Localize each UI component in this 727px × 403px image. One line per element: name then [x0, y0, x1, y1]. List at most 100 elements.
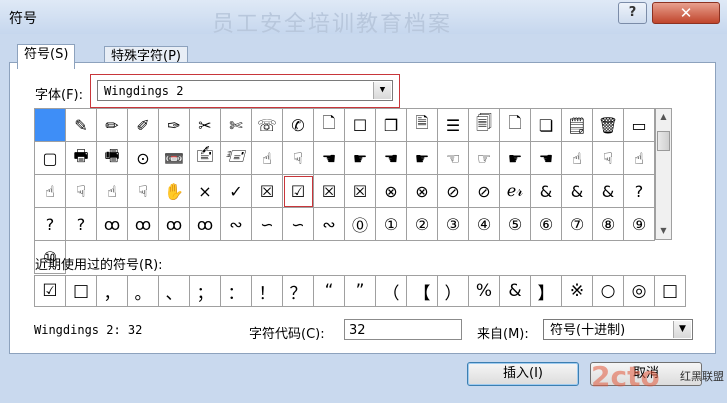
- symbol-cell[interactable]: ⊙: [128, 142, 159, 175]
- recent-symbol-cell[interactable]: “: [314, 276, 345, 307]
- charcode-input[interactable]: 32: [344, 319, 462, 340]
- insert-button[interactable]: 插入(I): [467, 362, 579, 386]
- symbol-cell[interactable]: ☚: [531, 142, 562, 175]
- recent-symbol-cell[interactable]: ”: [345, 276, 376, 307]
- symbol-cell[interactable]: ☛: [345, 142, 376, 175]
- recent-symbol-cell[interactable]: （: [376, 276, 407, 307]
- recent-symbol-cell[interactable]: ？: [283, 276, 314, 307]
- symbol-cell[interactable]: 🖆: [190, 142, 221, 175]
- symbol-cell[interactable]: &: [593, 175, 624, 208]
- symbol-cell[interactable]: ✐: [128, 109, 159, 142]
- recent-symbol-cell[interactable]: 、: [159, 276, 190, 307]
- symbol-cell[interactable]: ∾: [221, 208, 252, 241]
- symbol-cell[interactable]: ③: [438, 208, 469, 241]
- symbol-cell[interactable]: 🖅: [221, 142, 252, 175]
- scroll-up-icon[interactable]: ▲: [656, 109, 671, 125]
- symbol-cell[interactable]: ②: [407, 208, 438, 241]
- symbol-scrollbar[interactable]: ▲ ▼: [655, 108, 672, 240]
- recent-symbol-cell[interactable]: ☑: [35, 276, 66, 307]
- symbol-cell[interactable]: ꝏ: [159, 208, 190, 241]
- symbol-cell[interactable]: ④: [469, 208, 500, 241]
- symbol-cell[interactable]: 🗎: [407, 109, 438, 142]
- recent-symbol-cell[interactable]: ※: [562, 276, 593, 307]
- symbol-cell[interactable]: ☚: [376, 142, 407, 175]
- recent-symbol-cell[interactable]: ；: [190, 276, 221, 307]
- symbol-cell[interactable]: ⊘: [469, 175, 500, 208]
- symbol-cell[interactable]: ☐: [345, 109, 376, 142]
- symbol-cell[interactable]: ☟: [128, 175, 159, 208]
- symbol-cell[interactable]: ☒: [314, 175, 345, 208]
- symbol-cell[interactable]: ⊘: [438, 175, 469, 208]
- recent-symbols[interactable]: ☑ □，。、；：！？ “” （【）% &】 ※ ○ ◎ □: [34, 275, 686, 307]
- symbol-cell[interactable]: ☟: [66, 175, 97, 208]
- symbol-cell[interactable]: ∽: [252, 208, 283, 241]
- symbol-cell[interactable]: ꝏ: [97, 208, 128, 241]
- recent-symbol-cell[interactable]: 。: [128, 276, 159, 307]
- help-button[interactable]: ?: [618, 2, 647, 24]
- symbol-cell[interactable]: ☝: [252, 142, 283, 175]
- scroll-down-icon[interactable]: ▼: [656, 223, 671, 239]
- symbol-cell[interactable]: ✏: [97, 109, 128, 142]
- symbol-cell[interactable]: ①: [376, 208, 407, 241]
- symbol-cell[interactable]: ☝: [97, 175, 128, 208]
- symbol-cell[interactable]: ×: [190, 175, 221, 208]
- symbol-cell[interactable]: ☝: [562, 142, 593, 175]
- symbol-cell[interactable]: ▢: [35, 142, 66, 175]
- symbol-cell[interactable]: ꝏ: [190, 208, 221, 241]
- symbol-cell[interactable]: ⑥: [531, 208, 562, 241]
- symbol-cell[interactable]: 🖶: [66, 142, 97, 175]
- symbol-cell[interactable]: ☟: [593, 142, 624, 175]
- symbol-cell[interactable]: ✓: [221, 175, 252, 208]
- symbol-cell[interactable]: ☏: [252, 109, 283, 142]
- symbol-cell[interactable]: ✄: [221, 109, 252, 142]
- symbol-cell[interactable]: ✑: [159, 109, 190, 142]
- symbol-cell[interactable]: ☜: [438, 142, 469, 175]
- recent-symbol-cell[interactable]: ，: [97, 276, 128, 307]
- symbol-cell[interactable]: ?: [35, 208, 66, 241]
- recent-symbol-cell[interactable]: &: [500, 276, 531, 307]
- symbol-cell[interactable]: ?: [624, 175, 655, 208]
- symbol-cell[interactable]: ✋: [159, 175, 190, 208]
- recent-symbol-cell[interactable]: 】: [531, 276, 562, 307]
- symbol-cell[interactable]: ☞: [469, 142, 500, 175]
- recent-symbol-cell[interactable]: ○: [593, 276, 624, 307]
- symbol-cell[interactable]: 🗋: [314, 109, 345, 142]
- symbol-cell[interactable]: ∾: [314, 208, 345, 241]
- recent-symbol-cell[interactable]: □: [66, 276, 97, 307]
- symbol-cell[interactable]: ☟: [283, 142, 314, 175]
- symbol-cell[interactable]: ▭: [624, 109, 655, 142]
- symbol-cell[interactable]: [35, 109, 66, 142]
- symbol-cell[interactable]: ⑤: [500, 208, 531, 241]
- symbol-cell[interactable]: ☚: [314, 142, 345, 175]
- symbol-cell[interactable]: ∽: [283, 208, 314, 241]
- recent-symbol-cell[interactable]: ◎: [624, 276, 655, 307]
- symbol-cell[interactable]: ℯ𝓇: [500, 175, 531, 208]
- symbol-cell[interactable]: &: [562, 175, 593, 208]
- symbol-cell[interactable]: ⓪: [345, 208, 376, 241]
- symbol-cell[interactable]: ✎: [66, 109, 97, 142]
- symbol-cell[interactable]: ❐: [376, 109, 407, 142]
- symbol-cell[interactable]: ⊗: [376, 175, 407, 208]
- recent-symbol-cell[interactable]: ）: [438, 276, 469, 307]
- symbol-cell[interactable]: ☝: [624, 142, 655, 175]
- symbol-grid[interactable]: ✎ ✏ ✐ ✑ ✂ ✄ ☏ ✆ 🗋 ☐ ❐ 🗎 ☰ 🗐 🗋 ❏ 🗒 🗑 ▭ ▢ 🖶 🖷 ⊙ 📼 🖆 🖅 ☝ ☟ ☚ ☛ ☚ ☛ ☜ ☞ ☛ ☚ ☝ ☟ ☝ ☝…: [34, 108, 655, 274]
- symbol-cell[interactable]: ✆: [283, 109, 314, 142]
- symbol-cell[interactable]: 🖷: [97, 142, 128, 175]
- chevron-down-icon[interactable]: ▼: [673, 321, 691, 338]
- symbol-cell[interactable]: ☝: [35, 175, 66, 208]
- symbol-cell[interactable]: ☛: [407, 142, 438, 175]
- symbol-cell[interactable]: ⑨: [624, 208, 655, 241]
- symbol-cell[interactable]: ⊗: [407, 175, 438, 208]
- symbol-cell[interactable]: 🗑: [593, 109, 624, 142]
- close-button[interactable]: ✕: [652, 2, 720, 24]
- symbol-cell[interactable]: 🗐: [469, 109, 500, 142]
- symbol-cell[interactable]: ☛: [500, 142, 531, 175]
- recent-symbol-cell[interactable]: ：: [221, 276, 252, 307]
- symbol-cell[interactable]: ꝏ: [128, 208, 159, 241]
- symbol-cell[interactable]: ?: [66, 208, 97, 241]
- recent-symbol-cell[interactable]: 【: [407, 276, 438, 307]
- recent-symbol-cell[interactable]: □: [655, 276, 686, 307]
- symbol-cell[interactable]: ☰: [438, 109, 469, 142]
- recent-symbol-cell[interactable]: ！: [252, 276, 283, 307]
- symbol-cell[interactable]: ⑧: [593, 208, 624, 241]
